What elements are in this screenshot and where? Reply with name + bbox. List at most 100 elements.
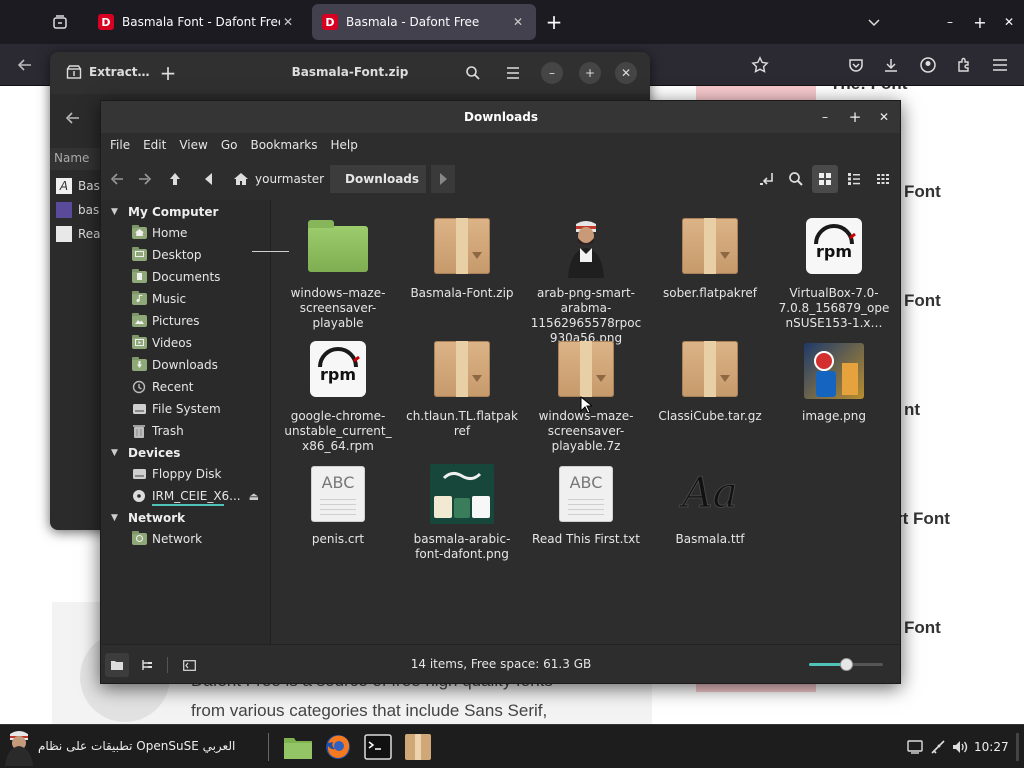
zoom-slider[interactable]: [809, 658, 883, 671]
sidebar-item-recent[interactable]: Recent: [131, 377, 193, 397]
sidebar-section-devices[interactable]: ▼ Devices: [111, 446, 180, 460]
file-item[interactable]: Aa Basmala.ttf: [654, 462, 766, 547]
back-arrow-icon[interactable]: [105, 167, 129, 191]
menu-help[interactable]: Help: [330, 138, 367, 152]
sidebar-item-videos[interactable]: Videos: [131, 333, 192, 353]
taskbar-clock[interactable]: 10:27: [974, 740, 1009, 754]
file-item[interactable]: ABC Read This First.txt: [530, 462, 642, 547]
name-column-header[interactable]: Name: [50, 148, 102, 170]
file-item[interactable]: rpm VirtualBox-7.0-7.0.8_156879_openSUSE…: [778, 216, 890, 331]
search-icon[interactable]: [462, 62, 484, 84]
archive-row[interactable]: A Bas: [56, 178, 100, 194]
hamburger-menu-icon[interactable]: [989, 54, 1011, 76]
menu-file[interactable]: File: [109, 138, 139, 152]
minimize-icon[interactable]: –: [541, 62, 563, 84]
archive-row[interactable]: Rea: [56, 226, 101, 242]
font-listing-title[interactable]: Font: [904, 182, 941, 202]
sidebar-item-documents[interactable]: Documents: [131, 267, 220, 287]
font-listing-title[interactable]: Font: [904, 291, 941, 311]
account-icon[interactable]: [917, 54, 939, 76]
compact-view-button[interactable]: [870, 165, 896, 193]
maximize-icon[interactable]: +: [579, 62, 601, 84]
taskbar-terminal[interactable]: [362, 731, 394, 763]
chevron-down-icon[interactable]: [864, 12, 884, 32]
close-icon[interactable]: ✕: [999, 12, 1019, 32]
close-tab-icon[interactable]: ✕: [510, 14, 526, 30]
sidebar-item-music[interactable]: Music: [131, 289, 186, 309]
eject-icon[interactable]: ⏏: [249, 490, 259, 503]
show-places-button[interactable]: [105, 653, 129, 677]
font-listing-title[interactable]: nt: [904, 400, 920, 420]
sidebar-item-pictures[interactable]: Pictures: [131, 311, 200, 331]
bookmark-star-icon[interactable]: [749, 54, 771, 76]
sidebar-item-floppy-disk[interactable]: Floppy Disk: [131, 464, 222, 484]
sidebar-item-file-system[interactable]: File System: [131, 399, 221, 419]
menu-go[interactable]: Go: [220, 138, 247, 152]
sidebar-section-network[interactable]: ▼ Network: [111, 511, 185, 525]
toggle-sidebar-button[interactable]: [177, 653, 201, 677]
forward-arrow-icon[interactable]: [133, 167, 157, 191]
back-icon[interactable]: [62, 107, 84, 129]
breadcrumb-home[interactable]: yourmaster: [225, 165, 332, 193]
menu-bookmarks[interactable]: Bookmarks: [249, 138, 326, 152]
close-icon[interactable]: ✕: [615, 62, 637, 84]
minimize-icon[interactable]: –: [815, 107, 835, 127]
font-listing-title[interactable]: The: Font: [830, 86, 907, 94]
file-item[interactable]: ClassiCube.tar.gz: [654, 339, 766, 424]
add-icon[interactable]: +: [157, 61, 179, 85]
font-listing-title[interactable]: Font: [904, 618, 941, 638]
maximize-icon[interactable]: +: [970, 12, 990, 32]
sidebar-item-downloads[interactable]: Downloads: [131, 355, 218, 375]
file-item[interactable]: ch.tlaun.TL.flatpakref: [406, 339, 518, 439]
breadcrumb-right-icon[interactable]: [431, 165, 455, 193]
window-list-tray-icon[interactable]: [906, 739, 924, 755]
menu-view[interactable]: View: [178, 138, 216, 152]
list-all-tabs-icon[interactable]: [50, 12, 70, 32]
file-item[interactable]: sober.flatpakref: [654, 216, 766, 301]
show-tree-button[interactable]: [135, 653, 159, 677]
taskbar-archive-manager[interactable]: [402, 731, 434, 763]
taskbar-file-manager[interactable]: [282, 731, 314, 763]
sidebar-item-trash[interactable]: Trash: [131, 421, 184, 441]
download-icon[interactable]: [880, 54, 902, 76]
list-view-button[interactable]: [841, 165, 867, 193]
sidebar-item-desktop[interactable]: Desktop: [131, 245, 202, 265]
file-item[interactable]: ABC penis.crt: [282, 462, 394, 547]
minimize-icon[interactable]: –: [940, 12, 960, 32]
sidebar-item-network[interactable]: Network: [131, 529, 202, 549]
archive-row[interactable]: bas: [56, 202, 99, 218]
network-tray-icon[interactable]: [929, 739, 947, 755]
browser-tab-basmala[interactable]: D Basmala - Dafont Free ✕: [312, 4, 536, 40]
maximize-icon[interactable]: +: [845, 107, 865, 127]
extensions-icon[interactable]: [953, 54, 975, 76]
sidebar-item-home[interactable]: Home: [131, 223, 187, 243]
sidebar-section-my-computer[interactable]: ▼ My Computer: [111, 205, 218, 219]
file-item[interactable]: rpm google-chrome-unstable_current_x86_6…: [282, 339, 394, 454]
pocket-icon[interactable]: [845, 54, 867, 76]
icon-view-button[interactable]: [812, 165, 838, 193]
file-item[interactable]: basmala-arabic-font-dafont.png: [406, 462, 518, 562]
close-icon[interactable]: ✕: [874, 107, 894, 127]
file-item[interactable]: image.png: [778, 339, 890, 424]
up-arrow-icon[interactable]: [163, 167, 187, 191]
file-item[interactable]: arab-png-smart-arabma-11562965578rpoc930…: [530, 216, 642, 346]
taskbar-firefox[interactable]: [322, 731, 354, 763]
breadcrumb-downloads[interactable]: Downloads: [330, 165, 426, 193]
close-tab-icon[interactable]: ✕: [280, 14, 296, 30]
menu-icon[interactable]: [502, 62, 524, 84]
extract-button[interactable]: Extract…: [66, 64, 150, 80]
show-desktop-button[interactable]: [1016, 733, 1019, 761]
menu-edit[interactable]: Edit: [142, 138, 175, 152]
back-icon[interactable]: [14, 54, 36, 76]
browser-tab-basmala-font[interactable]: D Basmala Font - Dafont Free ✕: [88, 4, 306, 40]
file-item[interactable]: windows–maze-screensaver-playable: [282, 216, 394, 331]
search-icon[interactable]: [784, 167, 808, 191]
file-item[interactable]: Basmala-Font.zip: [406, 216, 518, 301]
breadcrumb-left-icon[interactable]: [197, 167, 221, 191]
new-tab-icon[interactable]: +: [544, 10, 564, 34]
volume-tray-icon[interactable]: [951, 739, 969, 755]
zoom-slider-handle[interactable]: [840, 658, 853, 671]
toggle-location-icon[interactable]: [755, 167, 779, 191]
window-titlebar[interactable]: Downloads – + ✕: [101, 101, 900, 133]
sidebar-item-optical-disc[interactable]: IRM_CEIE_X6... ⏏: [131, 486, 259, 506]
